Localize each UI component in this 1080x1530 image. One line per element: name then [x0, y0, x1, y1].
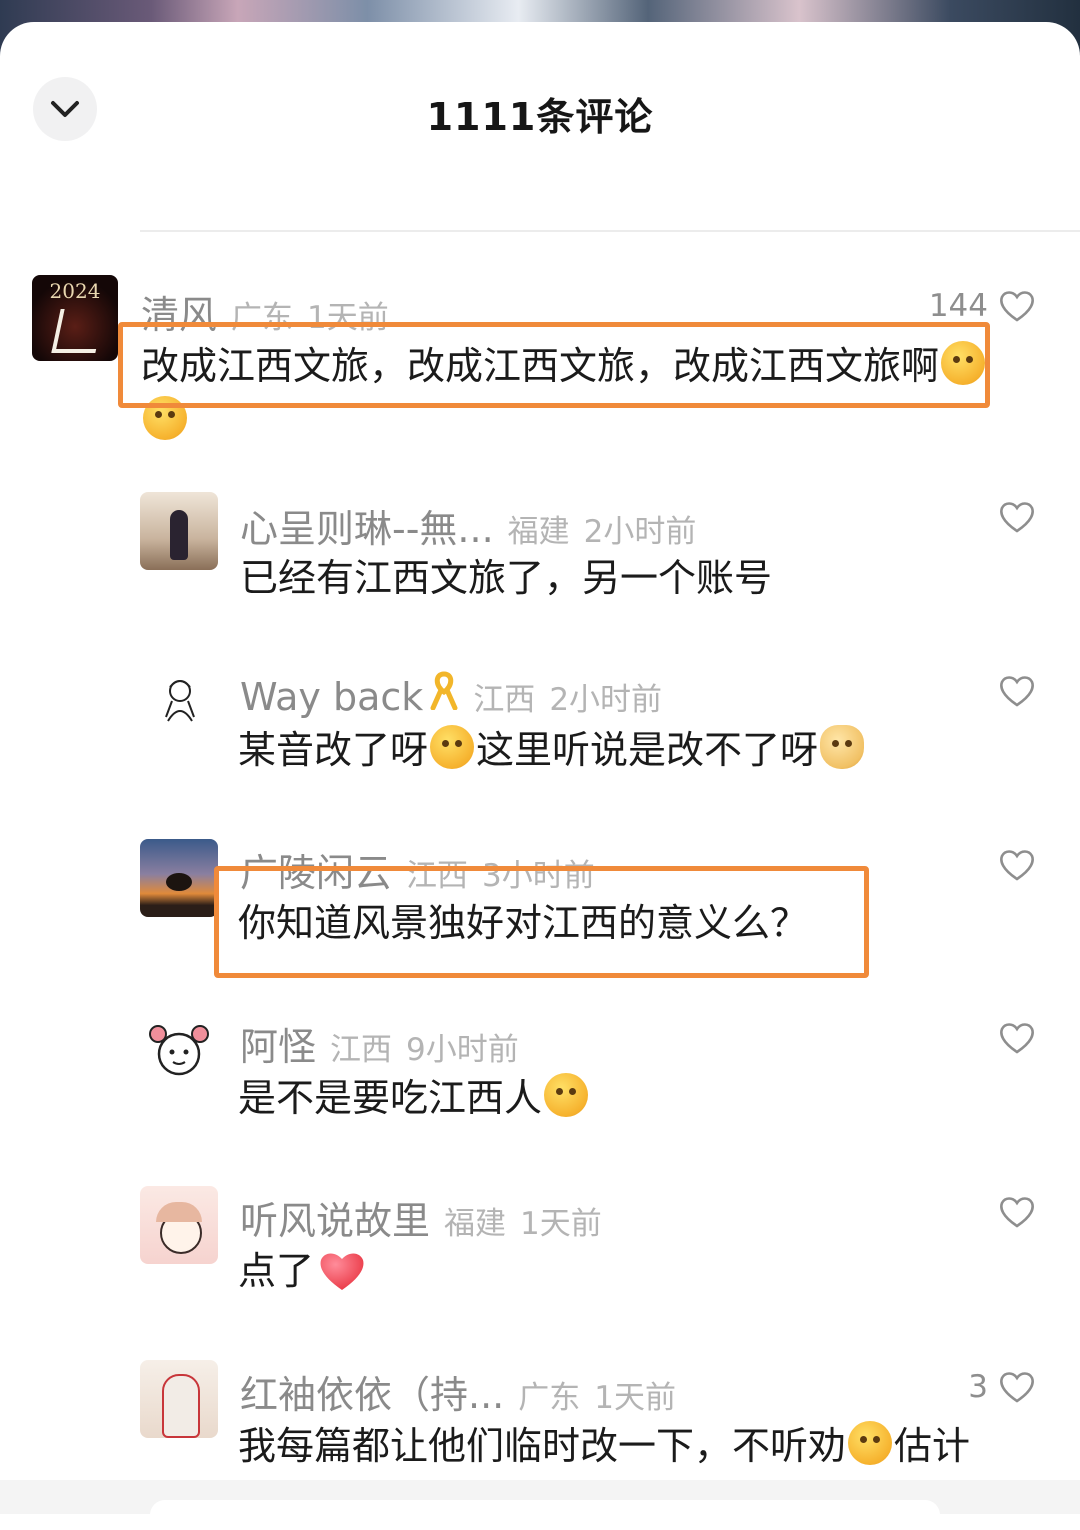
header-divider: [140, 230, 1080, 232]
like-button[interactable]: [998, 1021, 1036, 1055]
comment-input[interactable]: [150, 1500, 940, 1530]
timestamp: 9小时前: [406, 1032, 519, 1068]
avatar-figure: [170, 510, 188, 560]
timestamp: 1天前: [594, 1380, 676, 1416]
like-button[interactable]: [998, 1195, 1036, 1229]
region: 江西: [330, 1032, 393, 1068]
comment-text-content: 点了: [238, 1249, 315, 1293]
like-button[interactable]: 3: [968, 1369, 1036, 1405]
avatar-calligraphy: [51, 309, 105, 353]
username[interactable]: 阿怪: [240, 1016, 316, 1071]
comment-meta: 心呈则琳--無... 福建 2小时前: [240, 498, 696, 553]
like-count: 3: [968, 1369, 988, 1405]
highlight-box: [118, 322, 990, 408]
like-button[interactable]: 144: [929, 288, 1036, 324]
red-heart-emoji-icon: [320, 1253, 364, 1290]
comment-text: 某音改了呀 这里听说是改不了呀: [238, 720, 866, 780]
comment-text-part: 我每篇都让他们临时改一下，不听劝: [238, 1424, 847, 1468]
highlight-box: [214, 866, 869, 978]
heart-icon: [1000, 1023, 1034, 1054]
heart-icon: [1000, 850, 1034, 881]
avatar-tree: [166, 873, 192, 891]
comment-text-part: 估计: [894, 1424, 971, 1468]
avatar[interactable]: [140, 1360, 218, 1438]
like-button[interactable]: [998, 500, 1036, 534]
like-count: 144: [928, 288, 988, 324]
comment-text-content: 是不是要吃江西人: [238, 1076, 543, 1120]
avatar[interactable]: [140, 492, 218, 570]
heart-icon: [1000, 1197, 1034, 1228]
avatar-hair: [156, 1202, 202, 1222]
comment-meta: 听风说故里 福建 1天前: [240, 1190, 602, 1245]
username[interactable]: 心呈则琳--無...: [240, 498, 494, 553]
avatar[interactable]: [140, 1186, 218, 1264]
like-button[interactable]: [998, 848, 1036, 882]
avatar[interactable]: [140, 665, 218, 743]
comment-text: 点了: [238, 1241, 366, 1301]
heart-icon: [1000, 1372, 1034, 1403]
region: 广东: [518, 1380, 581, 1416]
region: 江西: [473, 682, 536, 718]
avatar[interactable]: [140, 1012, 218, 1090]
doge-cat-emoji-icon: [820, 725, 865, 769]
avatar-year-text: 2024: [49, 279, 101, 303]
like-button[interactable]: [998, 674, 1036, 708]
comment-meta: Way back 江西 2小时前: [240, 670, 662, 719]
comment-meta: 红袖依依（持... 广东 1天前: [240, 1364, 676, 1419]
timestamp: 1天前: [520, 1206, 602, 1242]
comment-text-part: 某音改了呀: [238, 728, 429, 772]
username[interactable]: 听风说故里: [240, 1190, 430, 1245]
username[interactable]: Way back: [240, 675, 423, 719]
facepalm-emoji-icon: [430, 725, 475, 769]
avatar-person: [162, 1374, 200, 1438]
timestamp: 2小时前: [583, 514, 697, 550]
avatar[interactable]: [140, 839, 218, 917]
heart-icon: [1000, 676, 1034, 707]
heart-icon: [1000, 291, 1034, 322]
comment-text: 我每篇都让他们临时改一下，不听劝 估计: [238, 1416, 970, 1476]
tears-of-joy-emoji-icon: [544, 1073, 589, 1117]
comment-text-part: 这里听说是改不了呀: [476, 728, 819, 772]
sketch-girl-avatar: [165, 680, 195, 722]
yellow-ribbon-icon: [430, 671, 458, 710]
comment-meta: 阿怪 江西 9小时前: [240, 1016, 519, 1071]
timestamp: 2小时前: [549, 682, 663, 718]
username[interactable]: 红袖依依（持...: [240, 1364, 504, 1419]
heart-icon: [1000, 502, 1034, 533]
avatar[interactable]: 2024: [32, 275, 118, 361]
comments-count-title: 1111条评论: [426, 95, 654, 139]
comment-text: 是不是要吃江西人: [238, 1068, 590, 1128]
cartoon-face-avatar: [149, 1025, 209, 1076]
region: 福建: [444, 1206, 507, 1242]
region: 福建: [507, 514, 570, 550]
comment-text: 已经有江西文旅了，另一个账号: [240, 556, 773, 600]
facepalm-emoji-icon: [848, 1421, 893, 1465]
